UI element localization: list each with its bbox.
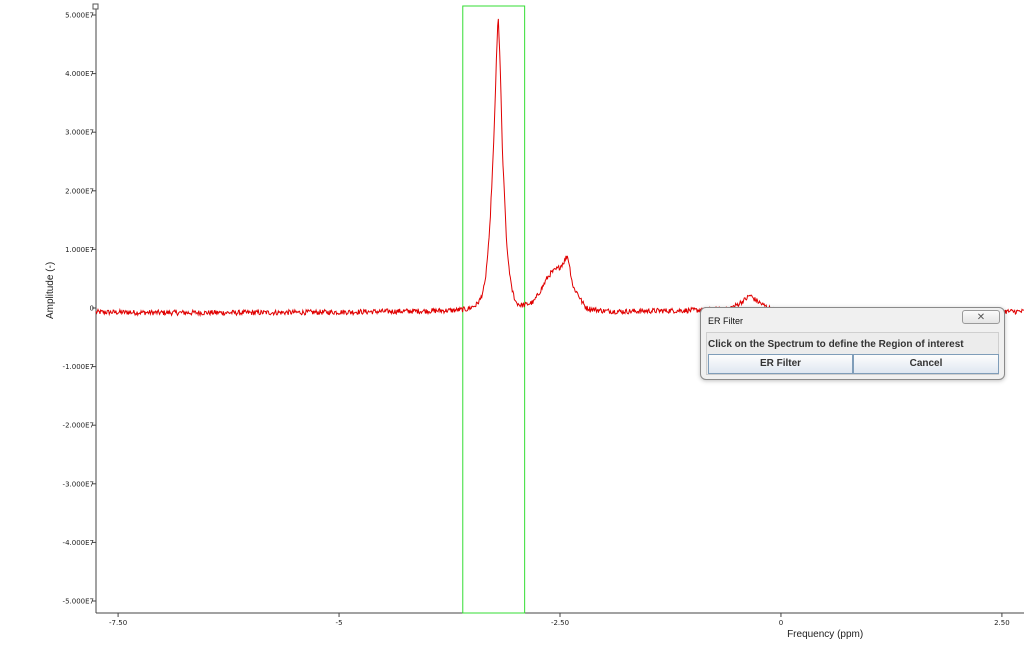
x-axis-ticks: -7.50 -5 -2.50 0 2.50 (109, 613, 1010, 627)
y-tick-label: -2.000E7 (63, 422, 94, 430)
y-axis-ticks: 5.000E7 4.000E7 3.000E7 2.000E7 1.000E7 0 -1.0… (63, 12, 96, 606)
dialog-message: Click on the Spectrum to define the Regi… (708, 339, 964, 350)
y-tick-label: 5.000E7 (65, 12, 94, 20)
x-axis-label: Frequency (ppm) (787, 629, 863, 640)
dialog-title: ER Filter (708, 316, 744, 326)
spectrum-line (95, 18, 1024, 318)
dialog-titlebar[interactable]: ER Filter ✕ (701, 308, 1004, 330)
cancel-button[interactable]: Cancel (853, 354, 999, 374)
x-tick-label: -2.50 (551, 619, 569, 627)
y-tick-label: 2.000E7 (65, 187, 94, 195)
y-tick-label: 1.000E7 (65, 246, 94, 254)
region-of-interest[interactable] (462, 5, 526, 614)
er-filter-button[interactable]: ER Filter (708, 354, 853, 374)
y-tick-label: -1.000E7 (63, 363, 94, 371)
x-tick-label: 2.50 (994, 619, 1010, 627)
y-tick-label: -4.000E7 (63, 539, 94, 547)
x-tick-label: -5 (336, 619, 343, 627)
close-icon: ✕ (976, 312, 986, 323)
axis-corner-marker (92, 3, 99, 10)
x-tick-label: -7.50 (109, 619, 127, 627)
y-tick-label: 3.000E7 (65, 129, 94, 137)
y-tick-label: -5.000E7 (63, 598, 94, 606)
er-filter-dialog: ER Filter ✕ Click on the Spectrum to def… (700, 307, 1005, 380)
close-button[interactable]: ✕ (962, 310, 1000, 324)
y-axis-label: Amplitude (-) (45, 262, 56, 319)
x-tick-label: 0 (779, 619, 783, 627)
y-tick-label: 0 (90, 305, 94, 313)
dialog-content: Click on the Spectrum to define the Regi… (706, 332, 999, 375)
y-tick-label: 4.000E7 (65, 70, 94, 78)
y-tick-label: -3.000E7 (63, 480, 94, 488)
